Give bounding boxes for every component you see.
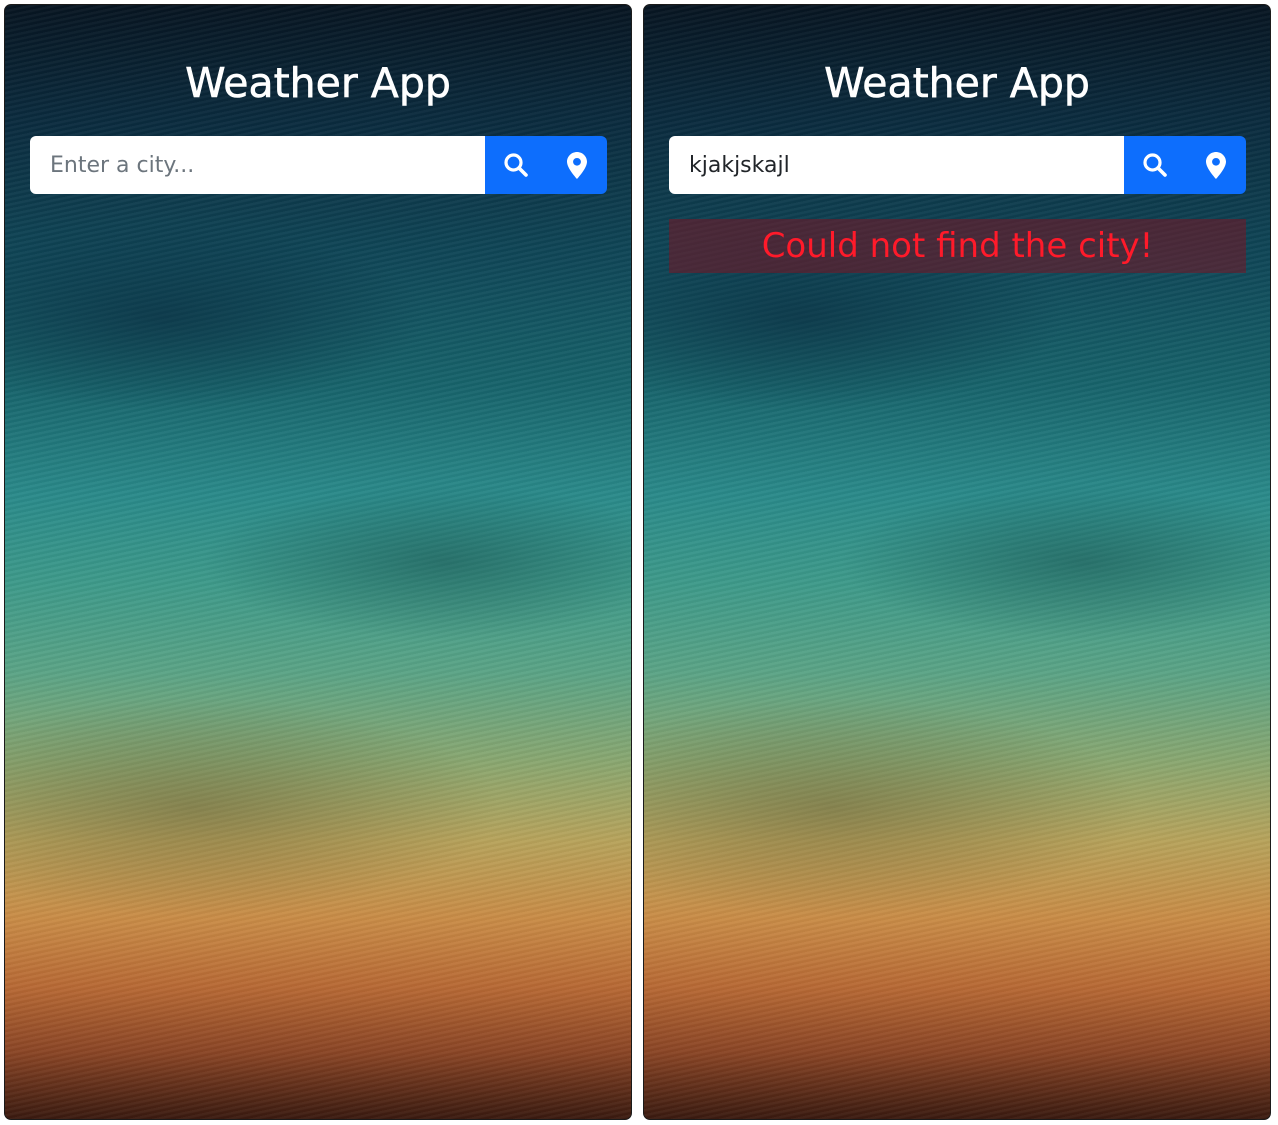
- search-icon: [503, 152, 529, 178]
- search-button[interactable]: [1124, 136, 1185, 194]
- app-title: Weather App: [185, 59, 451, 108]
- search-bar: [30, 136, 607, 194]
- search-button[interactable]: [485, 136, 546, 194]
- current-location-button[interactable]: [546, 136, 607, 194]
- map-pin-icon: [1205, 151, 1226, 179]
- city-search-input[interactable]: [669, 136, 1124, 194]
- app-title: Weather App: [824, 59, 1090, 108]
- city-search-input[interactable]: [30, 136, 485, 194]
- search-bar: [669, 136, 1246, 194]
- map-pin-icon: [566, 151, 587, 179]
- error-message: Could not find the city!: [669, 219, 1246, 273]
- current-location-button[interactable]: [1185, 136, 1246, 194]
- search-icon: [1142, 152, 1168, 178]
- weather-app-panel-error: Weather App Could not find the city!: [643, 4, 1271, 1120]
- weather-app-panel-empty: Weather App: [4, 4, 632, 1120]
